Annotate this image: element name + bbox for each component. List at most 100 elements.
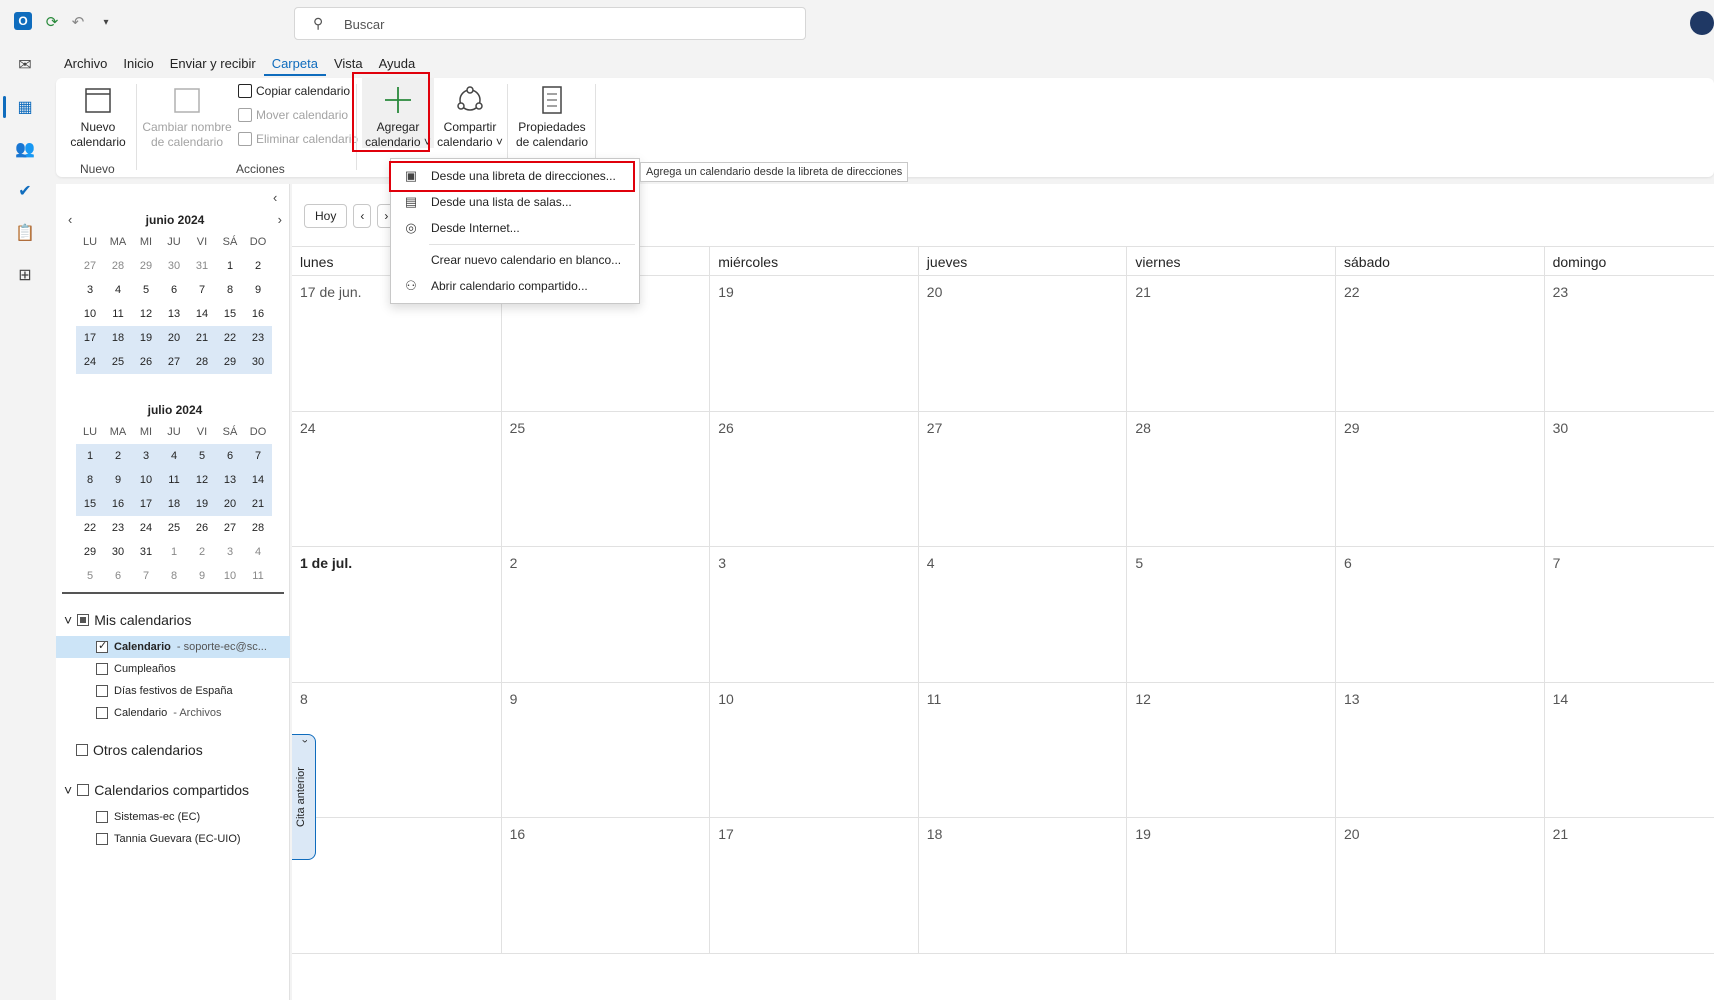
calendar-item[interactable]: Días festivos de España — [56, 680, 290, 702]
tab-archivo[interactable]: Archivo — [56, 54, 115, 76]
group-checkbox[interactable] — [76, 744, 88, 756]
mini-day[interactable]: 22 — [76, 516, 104, 540]
mini-day[interactable]: 19 — [188, 492, 216, 516]
mini-day[interactable]: 6 — [104, 564, 132, 588]
calendar-checkbox[interactable] — [96, 639, 108, 653]
mini-day[interactable]: 11 — [244, 564, 272, 588]
day-cell[interactable]: 18 — [917, 818, 1127, 953]
mini-day[interactable]: 22 — [216, 326, 244, 350]
day-cell[interactable]: 20 — [917, 276, 1127, 411]
mini-day[interactable]: 18 — [160, 492, 188, 516]
day-cell[interactable]: 24 — [292, 412, 501, 547]
menu-item-open-shared[interactable]: ⚇ Abrir calendario compartido... — [391, 273, 639, 299]
mini-day[interactable]: 28 — [188, 350, 216, 374]
tasks-icon[interactable]: 📋 — [12, 220, 38, 246]
calendar-item[interactable]: Calendario - Archivos — [56, 702, 290, 724]
mini-day[interactable]: 26 — [132, 350, 160, 374]
day-cell[interactable]: 7 — [1543, 547, 1714, 682]
calendar-icon[interactable]: ▦ — [3, 94, 38, 120]
mini-day[interactable]: 15 — [216, 302, 244, 326]
calendar-properties-button[interactable]: Propiedades de calendario — [510, 84, 594, 150]
calendar-item[interactable]: Tannia Guevara (EC-UIO) — [56, 828, 290, 850]
mini-day[interactable]: 4 — [160, 444, 188, 468]
day-cell[interactable]: 9 — [500, 682, 710, 817]
mini-day[interactable]: 20 — [160, 326, 188, 350]
mini-day[interactable]: 8 — [76, 468, 104, 492]
mini-day[interactable]: 5 — [132, 278, 160, 302]
day-cell[interactable]: 8 — [292, 683, 501, 818]
mini-day[interactable]: 7 — [188, 278, 216, 302]
mini-day[interactable]: 30 — [160, 254, 188, 278]
apps-icon[interactable]: ⊞ — [12, 262, 38, 288]
calendar-checkbox[interactable] — [96, 811, 108, 823]
day-cell[interactable]: 15 — [292, 818, 501, 953]
mini-day[interactable]: 17 — [132, 492, 160, 516]
menu-item-room-list[interactable]: ▤ Desde una lista de salas... — [391, 189, 639, 215]
day-cell[interactable]: 30 — [1543, 411, 1714, 546]
previous-appointment-button[interactable]: ‹ Cita anterior — [292, 734, 316, 860]
group-otros-calendarios[interactable]: Otros calendarios — [76, 742, 203, 758]
mini-day[interactable]: 27 — [160, 350, 188, 374]
day-cell[interactable]: 19 — [709, 276, 918, 411]
mini-day[interactable]: 3 — [132, 444, 160, 468]
calendar-item[interactable]: Calendario - soporte-ec@sc... — [56, 636, 290, 658]
mini-day[interactable]: 27 — [76, 254, 104, 278]
mini-day[interactable]: 11 — [160, 468, 188, 492]
mini-day[interactable]: 5 — [76, 564, 104, 588]
day-cell[interactable]: 22 — [1335, 276, 1544, 411]
rename-calendar-button[interactable]: Cambiar nombre de calendario — [140, 84, 234, 150]
day-cell[interactable]: 28 — [1126, 411, 1335, 546]
day-cell[interactable]: 17 — [709, 818, 918, 953]
day-cell[interactable]: 20 — [1335, 818, 1544, 953]
mini-day[interactable]: 10 — [132, 468, 160, 492]
tab-carpeta[interactable]: Carpeta — [263, 54, 326, 76]
mini-day[interactable]: 12 — [188, 468, 216, 492]
avatar[interactable] — [1690, 11, 1714, 35]
mini-day[interactable]: 24 — [76, 350, 104, 374]
collapse-pane-icon[interactable]: ‹ — [273, 190, 277, 205]
mini-day[interactable]: 7 — [132, 564, 160, 588]
group-checkbox[interactable] — [77, 614, 90, 626]
people-icon[interactable]: 👥 — [12, 136, 38, 162]
mini-day[interactable]: 26 — [188, 516, 216, 540]
mini-day[interactable]: 11 — [104, 302, 132, 326]
mini-day[interactable]: 10 — [76, 302, 104, 326]
tab-enviar-recibir[interactable]: Enviar y recibir — [162, 54, 264, 76]
day-cell[interactable]: 23 — [1543, 276, 1714, 411]
day-cell[interactable]: 13 — [1335, 682, 1544, 817]
mini-day[interactable]: 1 — [160, 540, 188, 564]
mini-day[interactable]: 10 — [216, 564, 244, 588]
mini-day[interactable]: 31 — [188, 254, 216, 278]
mini-day[interactable]: 9 — [104, 468, 132, 492]
mini-day[interactable]: 30 — [244, 350, 272, 374]
next-month-icon[interactable]: › — [278, 210, 282, 230]
day-cell[interactable]: 25 — [500, 411, 710, 546]
day-cell[interactable]: 26 — [709, 411, 918, 546]
mini-day[interactable]: 6 — [160, 278, 188, 302]
day-cell[interactable]: 19 — [1126, 818, 1335, 953]
mini-day[interactable]: 3 — [76, 278, 104, 302]
copy-calendar-button[interactable]: Copiar calendario — [238, 84, 350, 98]
mini-day[interactable]: 3 — [216, 540, 244, 564]
group-checkbox[interactable] — [77, 784, 90, 796]
day-cell[interactable]: 12 — [1126, 682, 1335, 817]
mini-day[interactable]: 9 — [244, 278, 272, 302]
tab-inicio[interactable]: Inicio — [115, 54, 161, 76]
mini-day[interactable]: 1 — [216, 254, 244, 278]
mini-day[interactable]: 13 — [160, 302, 188, 326]
menu-item-new-blank[interactable]: Crear nuevo calendario en blanco... — [391, 247, 639, 273]
mini-day[interactable]: 23 — [244, 326, 272, 350]
customize-toolbar-icon[interactable]: ▾ — [96, 12, 116, 32]
mini-day[interactable]: 30 — [104, 540, 132, 564]
mini-day[interactable]: 21 — [188, 326, 216, 350]
calendar-checkbox[interactable] — [96, 663, 108, 675]
mini-day[interactable]: 14 — [188, 302, 216, 326]
calendar-checkbox[interactable] — [96, 707, 108, 719]
mini-day[interactable]: 28 — [244, 516, 272, 540]
mini-day[interactable]: 5 — [188, 444, 216, 468]
mini-day[interactable]: 25 — [104, 350, 132, 374]
mini-day[interactable]: 20 — [216, 492, 244, 516]
mini-day[interactable]: 29 — [76, 540, 104, 564]
mail-icon[interactable]: ✉ — [12, 52, 38, 78]
calendar-checkbox[interactable] — [96, 685, 108, 697]
